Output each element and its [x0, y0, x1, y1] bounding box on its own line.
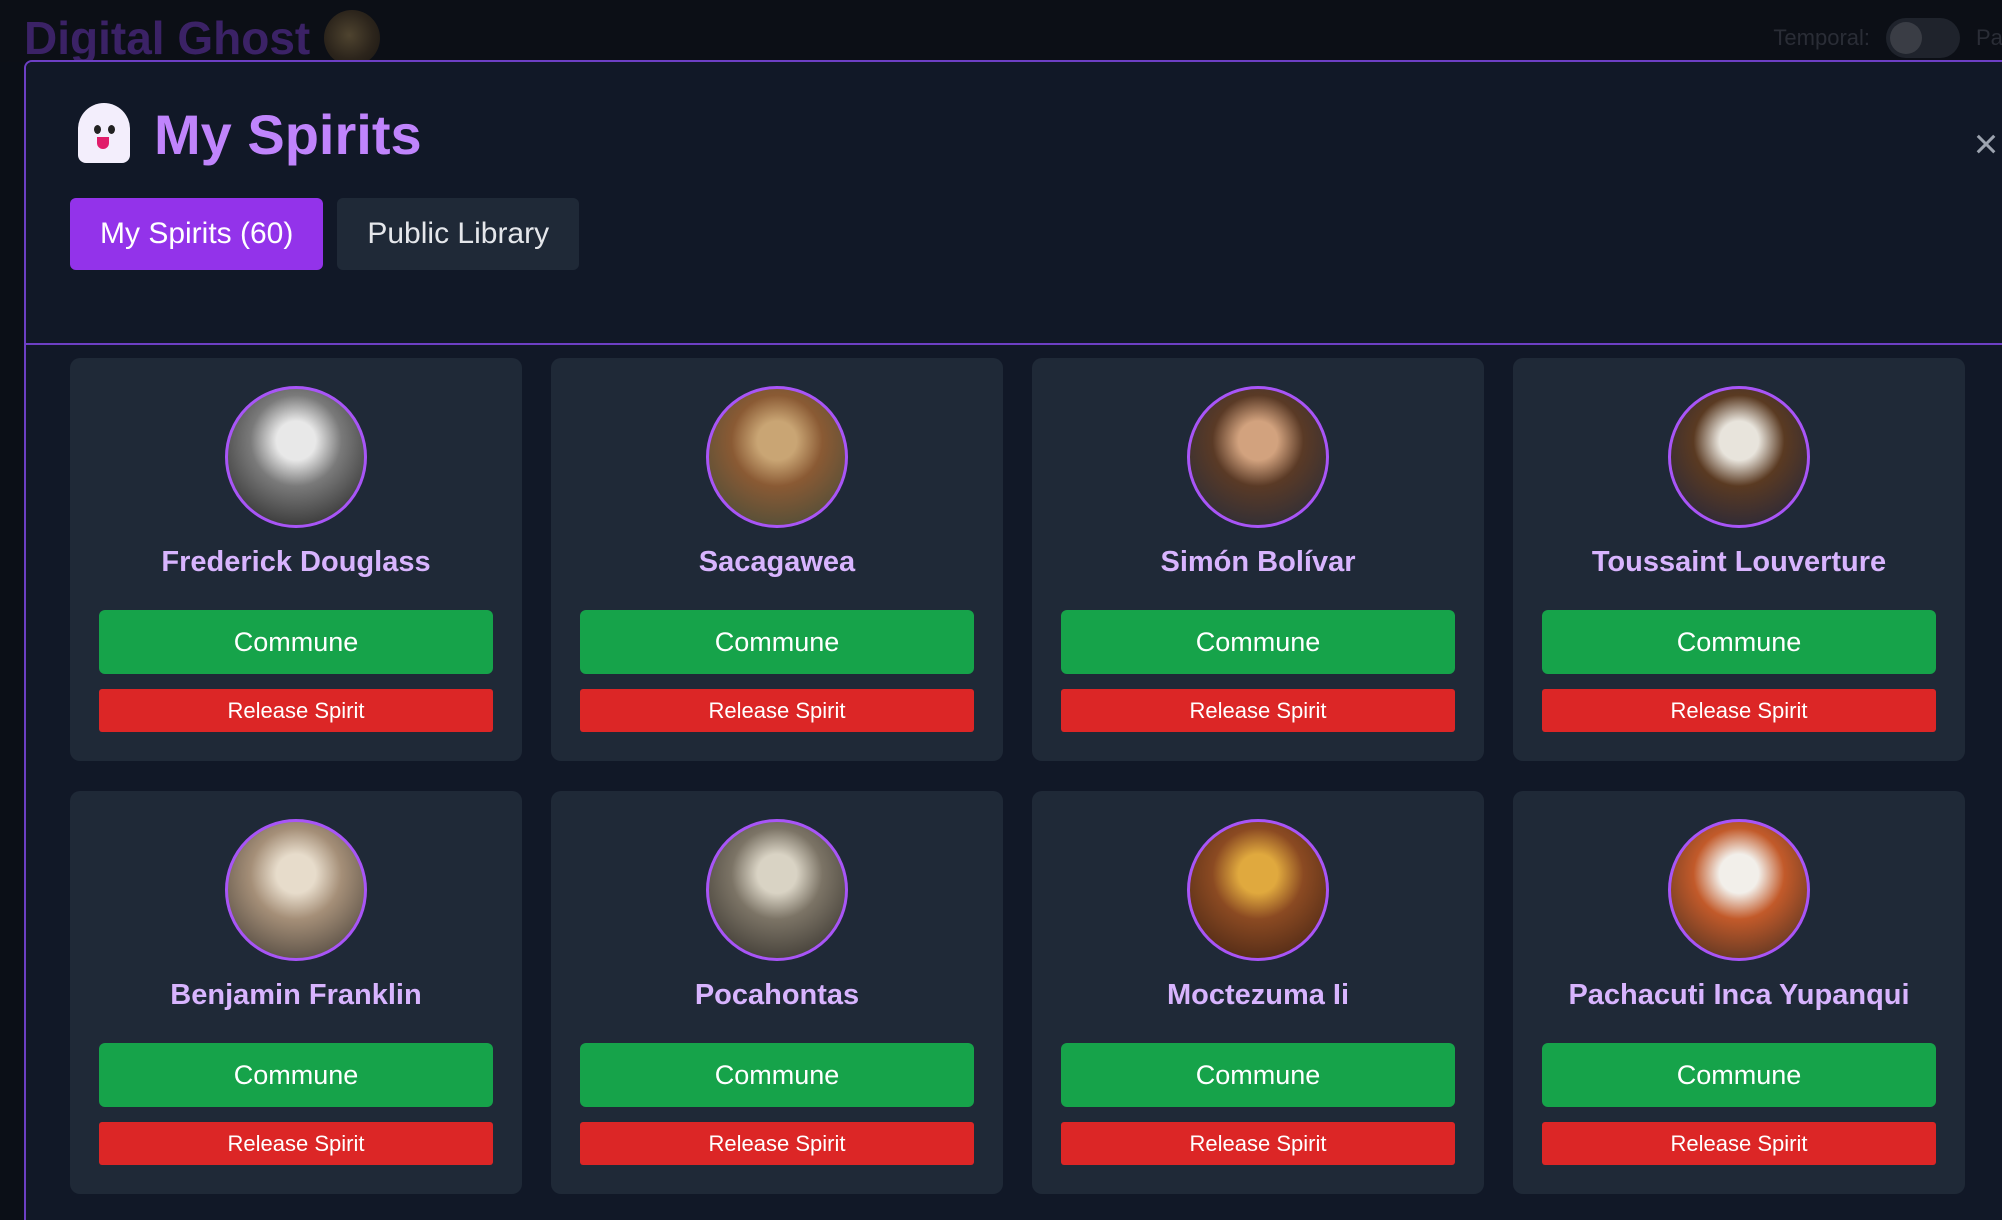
spirit-card: Sacagawea Commune Release Spirit — [551, 358, 1003, 761]
spirit-name: Moctezuma Ii — [1166, 979, 1350, 1011]
ghost-icon — [76, 102, 132, 167]
commune-button[interactable]: Commune — [580, 1043, 974, 1107]
avatar — [1187, 386, 1329, 528]
release-spirit-button[interactable]: Release Spirit — [1542, 689, 1936, 732]
commune-button[interactable]: Commune — [99, 610, 493, 674]
spirit-card: Pocahontas Commune Release Spirit — [551, 791, 1003, 1194]
temporal-trailing-text: Pa — [1976, 25, 2002, 50]
modal-header: My Spirits × My Spirits (60) Public Libr… — [26, 62, 2002, 345]
avatar — [225, 819, 367, 961]
toggle-knob — [1890, 22, 1922, 54]
commune-button[interactable]: Commune — [1542, 610, 1936, 674]
modal-title-text: My Spirits — [154, 103, 422, 166]
spirit-card: Toussaint Louverture Commune Release Spi… — [1513, 358, 1965, 761]
temporal-control: Temporal: Pa — [1773, 18, 2002, 58]
spirit-name: Frederick Douglass — [161, 546, 431, 578]
spirit-name: Toussaint Louverture — [1591, 546, 1887, 578]
spirit-card: Pachacuti Inca Yupanqui Commune Release … — [1513, 791, 1965, 1194]
tab-public-library[interactable]: Public Library — [337, 198, 580, 270]
spirit-name: Pocahontas — [694, 979, 860, 1011]
close-icon[interactable]: × — [1966, 120, 2002, 167]
modal-tabs: My Spirits (60) Public Library — [70, 198, 580, 270]
avatar — [706, 386, 848, 528]
commune-button[interactable]: Commune — [1061, 610, 1455, 674]
commune-button[interactable]: Commune — [580, 610, 974, 674]
release-spirit-button[interactable]: Release Spirit — [580, 1122, 974, 1165]
top-bar: Digital Ghost Temporal: Pa — [0, 0, 2002, 66]
app-title-text: Digital Ghost — [24, 12, 311, 64]
spirit-name: Pachacuti Inca Yupanqui — [1568, 979, 1910, 1011]
commune-button[interactable]: Commune — [1061, 1043, 1455, 1107]
commune-button[interactable]: Commune — [99, 1043, 493, 1107]
spirit-card: Moctezuma Ii Commune Release Spirit — [1032, 791, 1484, 1194]
spirit-name: Sacagawea — [698, 546, 856, 578]
temporal-label: Temporal: — [1773, 25, 1870, 50]
avatar — [1668, 386, 1810, 528]
app-title: Digital Ghost — [24, 10, 381, 66]
release-spirit-button[interactable]: Release Spirit — [1542, 1122, 1936, 1165]
release-spirit-button[interactable]: Release Spirit — [580, 689, 974, 732]
spirits-grid: Frederick Douglass Commune Release Spiri… — [70, 358, 1965, 1194]
spirit-card: Simón Bolívar Commune Release Spirit — [1032, 358, 1484, 761]
avatar — [225, 386, 367, 528]
commune-button[interactable]: Commune — [1542, 1043, 1936, 1107]
release-spirit-button[interactable]: Release Spirit — [99, 1122, 493, 1165]
spirit-name: Simón Bolívar — [1160, 546, 1356, 578]
spirit-card: Frederick Douglass Commune Release Spiri… — [70, 358, 522, 761]
modal-title: My Spirits — [76, 102, 422, 167]
release-spirit-button[interactable]: Release Spirit — [1061, 1122, 1455, 1165]
spirit-name: Benjamin Franklin — [170, 979, 422, 1011]
avatar — [1187, 819, 1329, 961]
tab-my-spirits[interactable]: My Spirits (60) — [70, 198, 324, 270]
release-spirit-button[interactable]: Release Spirit — [1061, 689, 1455, 732]
my-spirits-modal: My Spirits × My Spirits (60) Public Libr… — [24, 60, 2002, 1220]
release-spirit-button[interactable]: Release Spirit — [99, 689, 493, 732]
temporal-toggle[interactable] — [1886, 18, 1960, 58]
avatar — [1668, 819, 1810, 961]
app-logo-icon — [324, 10, 381, 66]
avatar — [706, 819, 848, 961]
spirit-card: Benjamin Franklin Commune Release Spirit — [70, 791, 522, 1194]
